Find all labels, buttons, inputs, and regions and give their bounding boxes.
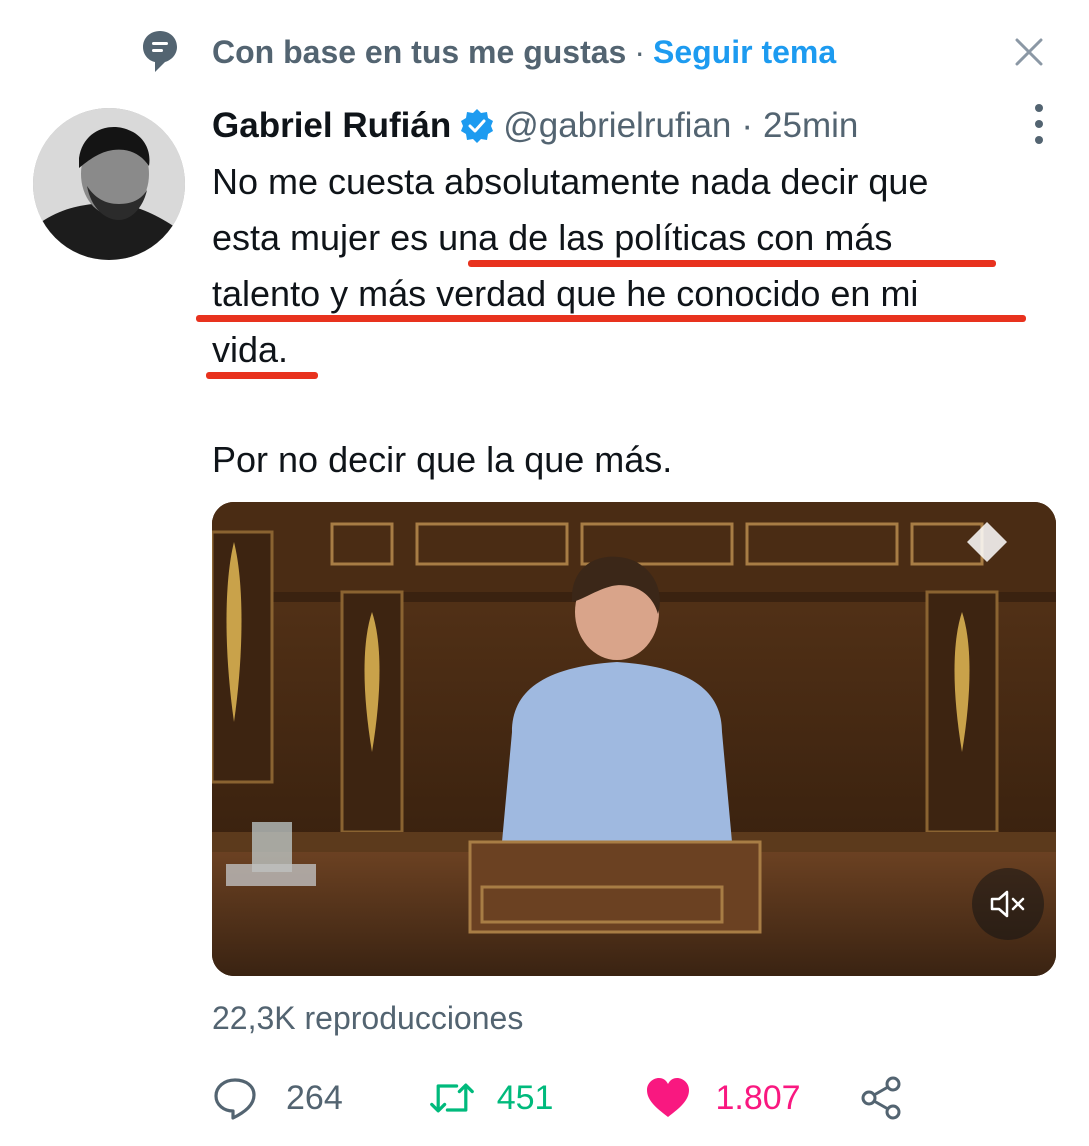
- like-button[interactable]: 1.807: [645, 1070, 801, 1126]
- retweet-icon: [429, 1075, 475, 1121]
- share-icon: [859, 1075, 905, 1121]
- annotation-underline: [196, 315, 1026, 322]
- tweet-text-line-2: esta mujer es una de las políticas con m…: [212, 217, 893, 258]
- tweet-time[interactable]: 25min: [763, 106, 858, 146]
- tweet-text-line-3: talento y más verdad que he conocido en …: [212, 273, 919, 314]
- video-frame: [212, 502, 1056, 976]
- view-count: 22,3K reproducciones: [212, 1000, 524, 1036]
- tweet-text-line-5: Por no decir que la que más.: [212, 439, 673, 480]
- reply-icon: [212, 1075, 258, 1121]
- reply-button[interactable]: 264: [212, 1070, 343, 1126]
- mute-icon[interactable]: [972, 868, 1044, 940]
- video-player[interactable]: [212, 502, 1056, 976]
- action-bar: 264 451 1.807: [212, 1070, 905, 1126]
- topic-icon: [140, 28, 180, 76]
- like-count: 1.807: [715, 1078, 801, 1117]
- author-name[interactable]: Gabriel Rufián: [212, 106, 451, 146]
- retweet-count: 451: [496, 1078, 554, 1117]
- share-button[interactable]: [859, 1070, 905, 1126]
- follow-topic-link[interactable]: Seguir tema: [653, 34, 836, 71]
- more-icon[interactable]: [1027, 104, 1051, 144]
- close-icon[interactable]: [1009, 32, 1049, 72]
- like-icon: [645, 1075, 691, 1121]
- verified-icon: [459, 108, 495, 144]
- author-handle[interactable]: @gabrielrufian: [503, 106, 731, 146]
- tweet-text-line-4: vida.: [212, 329, 289, 370]
- avatar[interactable]: [33, 108, 185, 260]
- topic-separator: ·: [634, 33, 645, 70]
- annotation-underline: [468, 260, 996, 267]
- reply-count: 264: [286, 1078, 343, 1117]
- topic-context-text: Con base en tus me gustas: [212, 33, 627, 70]
- tweet-text-line-1: No me cuesta absolutamente nada decir qu…: [212, 161, 929, 202]
- header-separator: ·: [741, 106, 754, 145]
- tweet-header: Gabriel Rufián @gabrielrufian · 25min: [212, 100, 1049, 152]
- annotation-underline: [206, 372, 318, 379]
- topic-context-row: Con base en tus me gustas · Seguir tema: [140, 28, 1069, 76]
- retweet-button[interactable]: 451: [429, 1070, 554, 1126]
